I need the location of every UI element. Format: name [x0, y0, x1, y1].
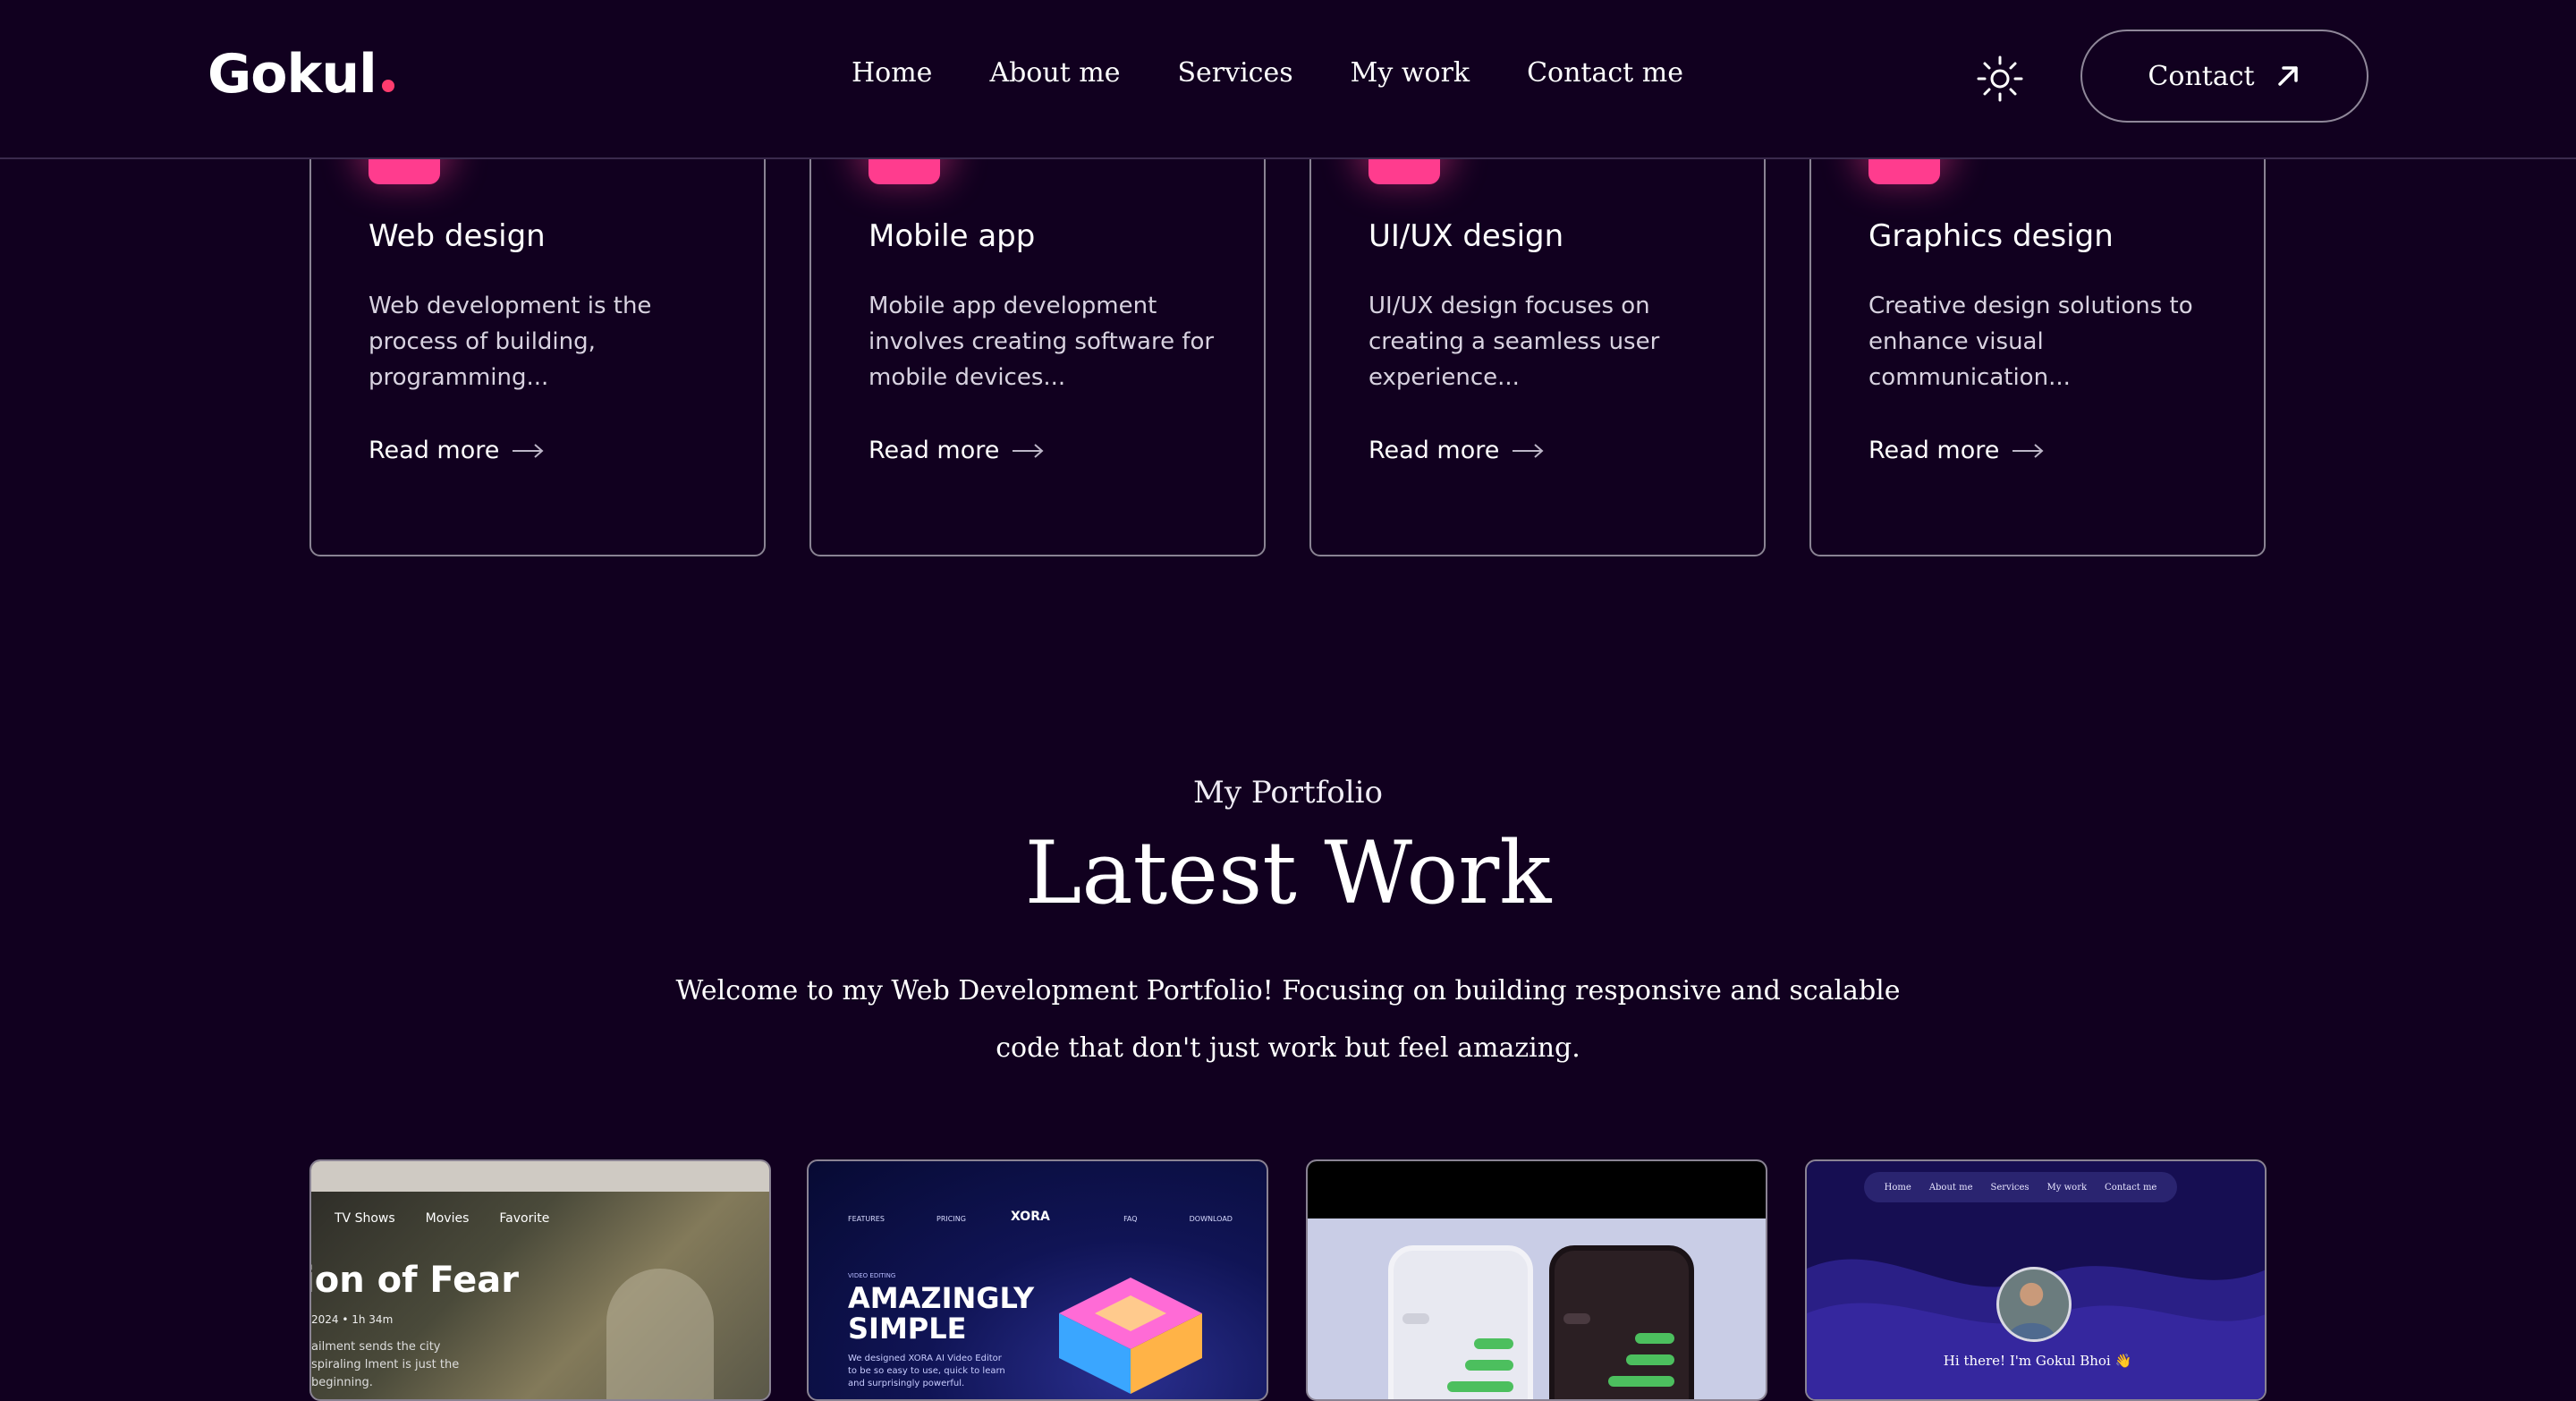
- menu-favorite: Favorite: [499, 1211, 550, 1226]
- service-description: UI/UX design focuses on creating a seaml…: [1368, 293, 1660, 391]
- logo-text: Gokul: [208, 43, 377, 106]
- menu-tv-shows: TV Shows: [335, 1211, 395, 1226]
- contact-button[interactable]: Contact: [2080, 30, 2368, 123]
- mini-nav: Home About me Services My work Contact m…: [1864, 1172, 2177, 1202]
- menu-movies: Movies: [425, 1211, 470, 1226]
- xora-edition: VIDEO EDITING: [848, 1272, 896, 1279]
- xora-nav-item: DOWNLOAD: [1189, 1215, 1233, 1223]
- xora-brand: XORA: [1011, 1210, 1050, 1224]
- service-card-web-design: Web design Web development is the proces…: [309, 107, 766, 556]
- read-more-label: Read more: [869, 437, 1000, 464]
- hero-figure-image: [606, 1269, 714, 1399]
- movie-meta: 2024 • 1h 34m: [311, 1313, 394, 1326]
- main-nav: Home About me Services My work Contact m…: [852, 57, 1683, 89]
- service-card-graphics-design: Graphics design Creative design solution…: [1809, 107, 2266, 556]
- xora-headline: AMAZINGLY SIMPLE: [848, 1281, 1035, 1346]
- cube-illustration: [1059, 1278, 1202, 1394]
- mini-nav-item: My work: [2046, 1182, 2088, 1193]
- service-description: Creative design solutions to enhance vis…: [1868, 293, 2193, 391]
- avatar: [1996, 1267, 2072, 1342]
- movie-description: ailment sends the city spiraling lment i…: [311, 1340, 460, 1389]
- nav-home[interactable]: Home: [852, 57, 932, 89]
- xora-nav-item: PRICING: [936, 1215, 966, 1223]
- contact-button-label: Contact: [2148, 60, 2255, 92]
- arrow-right-icon: [1513, 443, 1544, 458]
- read-more-link[interactable]: Read more: [369, 437, 544, 464]
- arrow-right-icon: [1013, 443, 1044, 458]
- logo-dot: [381, 80, 394, 92]
- xora-nav-item: FEATURES: [848, 1215, 885, 1223]
- service-title: Mobile app: [869, 218, 1036, 254]
- theme-toggle-sun-icon[interactable]: [1975, 54, 2025, 104]
- arrow-right-icon: [513, 443, 544, 458]
- work-thumbnail-movie-site[interactable]: TV Shows Movies Favorite ion of Fear 202…: [309, 1159, 771, 1401]
- mini-greeting: Hi there! I'm Gokul Bhoi 👋: [1943, 1353, 2132, 1369]
- read-more-label: Read more: [1868, 437, 2000, 464]
- xora-nav-item: FAQ: [1123, 1215, 1138, 1223]
- logo[interactable]: Gokul: [208, 43, 394, 106]
- mini-nav-item: Home: [1884, 1182, 1911, 1193]
- mini-nav-item: Services: [1990, 1182, 2029, 1193]
- work-thumbnail-portfolio-site[interactable]: Home About me Services My work Contact m…: [1805, 1159, 2267, 1401]
- service-description: Web development is the process of buildi…: [369, 293, 652, 391]
- arrow-up-right-icon: [2277, 66, 2298, 86]
- service-card-ui-ux-design: UI/UX design UI/UX design focuses on cre…: [1309, 107, 1766, 556]
- nav-contact[interactable]: Contact me: [1527, 57, 1683, 89]
- read-more-link[interactable]: Read more: [869, 437, 1044, 464]
- mini-nav-item: About me: [1928, 1182, 1973, 1193]
- site-header: Gokul Home About me Services My work Con…: [0, 0, 2576, 159]
- read-more-link[interactable]: Read more: [1868, 437, 2044, 464]
- movie-title: ion of Fear: [309, 1260, 519, 1301]
- mini-nav-item: Contact me: [2105, 1182, 2157, 1193]
- portfolio-subtitle: My Portfolio: [1193, 775, 1383, 811]
- movie-site-menu: TV Shows Movies Favorite: [335, 1211, 549, 1226]
- portfolio-title: Latest Work: [1024, 823, 1552, 923]
- phone-mockup-light: [1388, 1245, 1533, 1399]
- nav-services[interactable]: Services: [1177, 57, 1292, 89]
- sun-icon: [1977, 55, 2023, 102]
- nav-my-work[interactable]: My work: [1351, 57, 1470, 89]
- work-thumbnail-xora[interactable]: FEATURES PRICING FAQ DOWNLOAD XORA VIDEO…: [807, 1159, 1268, 1401]
- browser-bar: [1308, 1161, 1766, 1218]
- service-title: UI/UX design: [1368, 218, 1564, 254]
- service-title: Web design: [369, 218, 546, 254]
- phone-mockup-dark: [1549, 1245, 1694, 1399]
- browser-bar: [311, 1161, 769, 1192]
- read-more-label: Read more: [1368, 437, 1500, 464]
- nav-about[interactable]: About me: [989, 57, 1120, 89]
- read-more-label: Read more: [369, 437, 500, 464]
- service-title: Graphics design: [1868, 218, 2114, 254]
- service-card-mobile-app: Mobile app Mobile app development involv…: [809, 107, 1266, 556]
- arrow-right-icon: [2012, 443, 2044, 458]
- work-thumbnail-chat-app[interactable]: [1306, 1159, 1767, 1401]
- portfolio-description: Welcome to my Web Development Portfolio!…: [675, 975, 1901, 1064]
- service-description: Mobile app development involves creating…: [869, 293, 1215, 391]
- xora-text: We designed XORA AI Video Editor to be s…: [848, 1354, 1005, 1388]
- read-more-link[interactable]: Read more: [1368, 437, 1544, 464]
